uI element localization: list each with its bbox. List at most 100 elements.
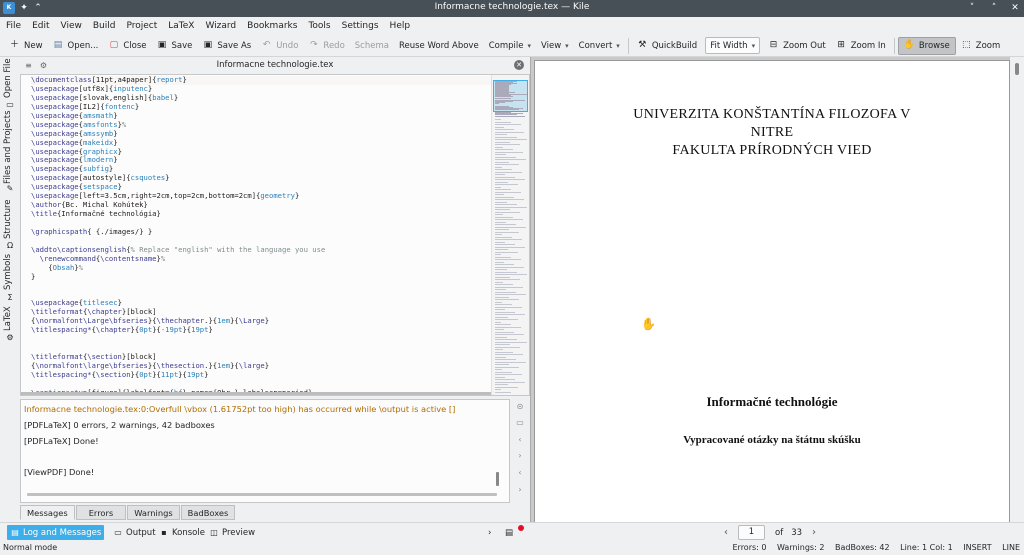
maximize-icon[interactable]: ˄ [988, 2, 1000, 14]
prev-page-icon[interactable]: ‹ [724, 527, 728, 538]
code-line[interactable]: \renewcommand{\contentsname}% [31, 254, 491, 264]
menu-file[interactable]: File [2, 21, 25, 31]
view-dropdown-icon[interactable]: ▾ [565, 42, 569, 50]
sidetab-latex[interactable]: LaTeX [0, 305, 20, 331]
code-line[interactable]: \graphicspath{ {./images/} } [31, 227, 491, 237]
status-warnings: Warnings: 2 [777, 543, 825, 552]
selection-mode[interactable]: LINE [1002, 543, 1020, 552]
code-line[interactable]: {Obsah}% [31, 263, 491, 273]
convert-dropdown-icon[interactable]: ▾ [616, 42, 620, 50]
document-tab-title[interactable]: Informacne technologie.tex [20, 60, 530, 70]
close-tab-icon[interactable]: ✕ [514, 60, 524, 70]
undo-button[interactable]: ↶ Undo [256, 37, 303, 55]
quickbuild-button[interactable]: ⚒ QuickBuild [632, 37, 702, 55]
page-number-input[interactable]: 1 [738, 525, 765, 540]
output-icon: ▭ [114, 527, 122, 537]
document-title: Informačné technológie [706, 394, 838, 409]
close-document-icon: ▢ [109, 40, 119, 50]
minimap-line [495, 266, 524, 268]
zoom-mode-select[interactable]: Fit Width ▾ [705, 37, 761, 54]
menu-project[interactable]: Project [122, 21, 161, 31]
minimap-line [495, 164, 519, 165]
next-icon[interactable]: › [514, 484, 526, 496]
sidetab-open-file[interactable]: Open File [0, 58, 20, 98]
next-icon[interactable]: › [514, 450, 526, 462]
view-konsole[interactable]: ▪ Konsole [156, 525, 208, 540]
view-log-and-messages[interactable]: ▤ Log and Messages [7, 525, 105, 540]
menu-help[interactable]: Help [386, 21, 415, 31]
code-line[interactable]: \title{Informačné technológia} [31, 209, 491, 219]
sidetab-structure[interactable]: Structure [0, 197, 20, 239]
chat-icon[interactable]: ▭ [514, 417, 526, 429]
log-line[interactable]: Informacne technologie.tex:0:Overfull \v… [24, 404, 455, 414]
editor-horizontal-scrollbar[interactable] [21, 392, 491, 395]
editor-scroll-thumb[interactable] [21, 392, 491, 395]
code-text[interactable]: \documentclass[11pt,a4paper]{report} \use… [31, 75, 491, 395]
minimap-line [495, 281, 503, 283]
sidetab-symbols[interactable]: Symbols [0, 252, 20, 290]
code-line[interactable]: } [31, 272, 491, 282]
reuse-word-above-button[interactable]: Reuse Word Above [394, 37, 484, 55]
save-button[interactable]: ▣ Save [152, 37, 198, 55]
record-indicator [518, 525, 524, 531]
menu-tools[interactable]: Tools [304, 21, 334, 31]
tab-errors[interactable]: Errors [75, 505, 127, 520]
compile-dropdown-icon[interactable]: ▾ [527, 42, 531, 50]
log-vertical-scrollbar[interactable] [496, 472, 499, 486]
convert-button[interactable]: Convert ▾ [574, 37, 625, 55]
sidetab-files-and-projects[interactable]: Files and Projects [0, 110, 20, 184]
menu-view[interactable]: View [57, 21, 86, 31]
next-page-icon[interactable]: › [812, 527, 816, 538]
pdf-scroll-thumb[interactable] [1015, 63, 1019, 75]
minimap-line [495, 211, 520, 213]
menu-wizard[interactable]: Wizard [201, 21, 240, 31]
code-line[interactable]: \titlespacing*{\chapter}{0pt}{-19pt}{19p… [31, 325, 491, 335]
pdf-page[interactable]: UNIVERZITA KONŠTANTÍNA FILOZOFA V NITRE … [534, 60, 1010, 522]
tab-badboxes[interactable]: BadBoxes [180, 505, 236, 520]
close-button[interactable]: ▢ Close [103, 37, 151, 55]
redo-button[interactable]: ↷ Redo [303, 37, 349, 55]
minimize-icon[interactable]: ˅ [966, 2, 978, 14]
new-button[interactable]: ＋ New [4, 37, 48, 55]
clear-icon[interactable]: ⊝ [514, 401, 526, 413]
toolbar-separator [893, 37, 895, 54]
menu-bookmarks[interactable]: Bookmarks [243, 21, 301, 31]
editor-minimap[interactable] [491, 75, 529, 395]
expand-arrow-icon[interactable]: › [485, 525, 494, 540]
close-window-icon[interactable]: ✕ [1009, 2, 1021, 14]
menu-latex[interactable]: LaTeX [164, 21, 198, 31]
schema-button[interactable]: Schema [350, 37, 394, 55]
save-as-button[interactable]: ▣ Save As [197, 37, 256, 55]
log-toggle-icon[interactable]: ▤ [502, 525, 516, 540]
code-line[interactable] [31, 282, 491, 291]
pdf-vertical-scrollbar[interactable] [1010, 57, 1024, 522]
prev-icon[interactable]: ‹ [514, 434, 526, 446]
minimap-line [495, 141, 510, 143]
code-line[interactable]: \titlespacing*{\section}{0pt}{11pt}{19pt… [31, 370, 491, 380]
view-output[interactable]: ▭ Output [110, 525, 159, 540]
open-button[interactable]: ▤ Open... [48, 37, 104, 55]
code-line[interactable] [31, 335, 491, 344]
insert-mode[interactable]: INSERT [963, 543, 991, 552]
undo-icon: ↶ [262, 40, 271, 50]
pdf-viewer[interactable]: UNIVERZITA KONŠTANTÍNA FILOZOFA V NITRE … [530, 57, 1024, 522]
minimap-line [495, 126, 504, 128]
compile-button[interactable]: Compile ▾ [484, 37, 536, 55]
minimap-line [495, 159, 526, 160]
menu-build[interactable]: Build [89, 21, 120, 31]
zoom-in-button[interactable]: ⊞ Zoom In [831, 37, 891, 55]
tab-messages[interactable]: Messages [20, 505, 75, 520]
menu-settings[interactable]: Settings [338, 21, 383, 31]
minimap-line [495, 131, 524, 133]
zoom-tool-button[interactable]: ⬚ Zoom [956, 37, 1006, 55]
minimap-line [495, 276, 510, 278]
menu-edit[interactable]: Edit [28, 21, 53, 31]
prev-icon[interactable]: ‹ [514, 467, 526, 479]
log-horizontal-scrollbar[interactable] [27, 493, 497, 496]
view-preview[interactable]: ◫ Preview [206, 525, 258, 540]
view-button[interactable]: View ▾ [536, 37, 574, 55]
browse-button[interactable]: ✋ Browse [897, 36, 956, 55]
code-editor[interactable]: \documentclass[11pt,a4paper]{report} \use… [20, 74, 530, 396]
tab-warnings[interactable]: Warnings [127, 505, 180, 520]
zoom-out-button[interactable]: ⊟ Zoom Out [763, 37, 831, 55]
